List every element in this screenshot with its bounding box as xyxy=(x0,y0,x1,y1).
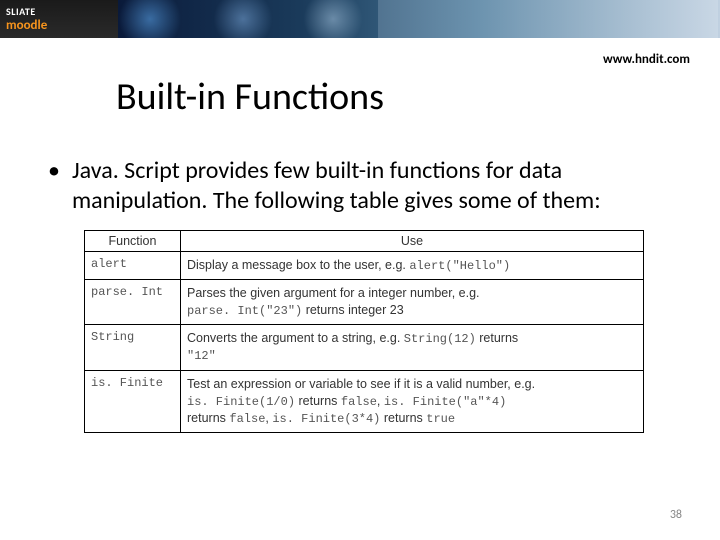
cell-use: Test an expression or variable to see if… xyxy=(181,370,644,432)
top-banner: SLIATE moodle xyxy=(0,0,720,38)
bullet-text: Java. Script provides few built-in funct… xyxy=(72,156,680,216)
cell-fn: String xyxy=(85,325,181,370)
cell-fn: is. Finite xyxy=(85,370,181,432)
logo-block: SLIATE moodle xyxy=(0,0,118,38)
th-function: Function xyxy=(85,231,181,252)
banner-images xyxy=(118,0,720,38)
cell-use: Parses the given argument for a integer … xyxy=(181,280,644,325)
table-row: String Converts the argument to a string… xyxy=(85,325,644,370)
cell-use: Converts the argument to a string, e.g. … xyxy=(181,325,644,370)
table-row: is. Finite Test an expression or variabl… xyxy=(85,370,644,432)
page-number: 38 xyxy=(670,508,682,522)
bullet-marker: • xyxy=(48,156,60,186)
logo-bottom: moodle xyxy=(6,18,47,33)
slide-title: Built-in Functions xyxy=(0,74,720,120)
cell-fn: alert xyxy=(85,252,181,280)
cell-use: Display a message box to the user, e.g. … xyxy=(181,252,644,280)
logo-top: SLIATE xyxy=(6,5,47,18)
table-row: parse. Int Parses the given argument for… xyxy=(85,280,644,325)
table-header-row: Function Use xyxy=(85,231,644,252)
functions-table: Function Use alert Display a message box… xyxy=(84,230,644,433)
cell-fn: parse. Int xyxy=(85,280,181,325)
content-area: • Java. Script provides few built-in fun… xyxy=(0,156,720,433)
site-url: www.hndit.com xyxy=(603,52,690,67)
th-use: Use xyxy=(181,231,644,252)
table-row: alert Display a message box to the user,… xyxy=(85,252,644,280)
